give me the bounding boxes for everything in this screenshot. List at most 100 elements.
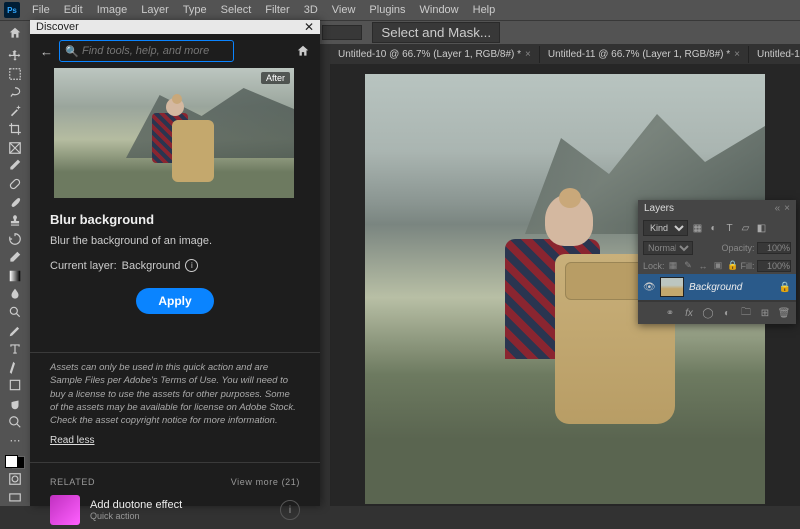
close-icon[interactable]: ✕ <box>304 20 314 34</box>
color-swatches[interactable] <box>5 455 25 470</box>
menu-plugins[interactable]: Plugins <box>363 2 411 18</box>
layers-panel: Layers «× Kind ▦ ◐ T ▱ ◧ Normal Opacity:… <box>638 200 796 324</box>
menu-view[interactable]: View <box>326 2 362 18</box>
related-item-subtitle: Quick action <box>90 511 270 521</box>
blur-tool-icon[interactable] <box>4 286 26 302</box>
height-input[interactable] <box>322 25 362 40</box>
screenmode-icon[interactable] <box>4 490 26 506</box>
lock-all-icon[interactable]: 🔒 <box>727 259 740 272</box>
gradient-tool-icon[interactable] <box>4 268 26 284</box>
info-icon[interactable]: i <box>185 259 198 272</box>
filter-adjust-icon[interactable]: ◐ <box>707 222 720 235</box>
collapse-icon[interactable]: « <box>775 203 781 214</box>
move-tool-icon[interactable] <box>4 48 26 64</box>
filter-smart-icon[interactable]: ◧ <box>755 222 768 235</box>
lock-artboard-icon[interactable]: ▣ <box>712 259 725 272</box>
zoom-tool-icon[interactable] <box>4 414 26 430</box>
lock-position-icon[interactable]: ↔ <box>697 259 710 272</box>
fill-input[interactable] <box>757 260 791 272</box>
app-logo: Ps <box>4 2 20 18</box>
hand-tool-icon[interactable] <box>4 396 26 412</box>
menu-help[interactable]: Help <box>467 2 502 18</box>
healing-tool-icon[interactable] <box>4 176 26 192</box>
menu-edit[interactable]: Edit <box>58 2 89 18</box>
menu-3d[interactable]: 3D <box>298 2 324 18</box>
document-tabs: Untitled-10 @ 66.7% (Layer 1, RGB/8#) *×… <box>330 44 800 64</box>
filter-type-icon[interactable]: T <box>723 222 736 235</box>
wand-tool-icon[interactable] <box>4 103 26 119</box>
current-layer-label: Current layer: <box>50 260 117 272</box>
action-description: Blur the background of an image. <box>50 235 300 247</box>
discover-panel: Discover ✕ ← 🔍 After Blur background Blu… <box>30 20 320 506</box>
dodge-tool-icon[interactable] <box>4 304 26 320</box>
layer-row[interactable]: 👁 Background 🔒 <box>638 274 796 300</box>
crop-tool-icon[interactable] <box>4 121 26 137</box>
home-icon[interactable] <box>296 44 310 58</box>
read-less-link[interactable]: Read less <box>30 435 320 454</box>
quickmask-icon[interactable] <box>4 471 26 487</box>
shape-tool-icon[interactable] <box>4 377 26 393</box>
select-and-mask-button[interactable]: Select and Mask... <box>372 22 500 43</box>
menu-layer[interactable]: Layer <box>135 2 175 18</box>
search-input[interactable] <box>59 40 234 62</box>
fx-icon[interactable]: fx <box>682 306 696 320</box>
layer-thumb <box>660 277 684 297</box>
related-item[interactable]: Add duotone effect Quick action i <box>30 491 320 529</box>
search-icon: 🔍 <box>65 45 79 58</box>
lasso-tool-icon[interactable] <box>4 85 26 101</box>
view-more-link[interactable]: View more (21) <box>231 477 300 487</box>
mask-icon[interactable]: ◯ <box>701 306 715 320</box>
disclaimer-text: Assets can only be used in this quick ac… <box>30 361 320 435</box>
apply-button[interactable]: Apply <box>136 288 213 314</box>
link-layers-icon[interactable]: ⚭ <box>663 306 677 320</box>
action-title: Blur background <box>50 212 300 227</box>
type-tool-icon[interactable] <box>4 341 26 357</box>
menu-filter[interactable]: Filter <box>259 2 295 18</box>
group-icon[interactable]: 🗀 <box>739 306 753 320</box>
fill-label: Fill: <box>740 261 754 271</box>
discover-title: Discover <box>36 21 79 33</box>
tab-doc-3[interactable]: Untitled-12 @ 71.9% (Layer 0, RGB/8) *× <box>749 46 800 63</box>
frame-tool-icon[interactable] <box>4 139 26 155</box>
info-icon[interactable]: i <box>280 500 300 520</box>
edit-toolbar-icon[interactable]: ⋯ <box>4 432 26 448</box>
lock-label: Lock: <box>643 261 665 271</box>
close-icon[interactable]: × <box>734 49 740 60</box>
new-layer-icon[interactable]: ⊞ <box>758 306 772 320</box>
filter-shape-icon[interactable]: ▱ <box>739 222 752 235</box>
related-item-title: Add duotone effect <box>90 499 270 511</box>
current-layer-value: Background <box>122 260 181 272</box>
path-tool-icon[interactable] <box>4 359 26 375</box>
lock-icon[interactable]: 🔒 <box>779 282 791 293</box>
menu-image[interactable]: Image <box>91 2 134 18</box>
close-icon[interactable]: × <box>784 203 790 214</box>
marquee-tool-icon[interactable] <box>4 66 26 82</box>
opacity-input[interactable] <box>757 242 791 254</box>
back-icon[interactable]: ← <box>40 44 53 59</box>
menu-select[interactable]: Select <box>215 2 258 18</box>
lock-pixels-icon[interactable]: ✎ <box>682 259 695 272</box>
visibility-icon[interactable]: 👁 <box>643 282 655 293</box>
delete-layer-icon[interactable]: 🗑 <box>777 306 791 320</box>
related-thumb <box>50 495 80 525</box>
lock-trans-icon[interactable]: ▦ <box>667 259 680 272</box>
blend-mode-select[interactable]: Normal <box>643 241 693 255</box>
fg-swatch[interactable] <box>5 455 18 468</box>
filter-kind-select[interactable]: Kind <box>643 220 688 236</box>
tab-doc-1[interactable]: Untitled-10 @ 66.7% (Layer 1, RGB/8#) *× <box>330 46 540 63</box>
menu-window[interactable]: Window <box>414 2 465 18</box>
menu-type[interactable]: Type <box>177 2 213 18</box>
home-icon[interactable] <box>6 24 24 42</box>
tab-doc-2[interactable]: Untitled-11 @ 66.7% (Layer 1, RGB/8#) *× <box>540 46 749 63</box>
adjustment-icon[interactable]: ◐ <box>720 306 734 320</box>
menu-file[interactable]: File <box>26 2 56 18</box>
eyedropper-tool-icon[interactable] <box>4 158 26 174</box>
filter-pixel-icon[interactable]: ▦ <box>691 222 704 235</box>
stamp-tool-icon[interactable] <box>4 213 26 229</box>
pen-tool-icon[interactable] <box>4 322 26 338</box>
eraser-tool-icon[interactable] <box>4 249 26 265</box>
layer-name[interactable]: Background <box>689 282 774 293</box>
brush-tool-icon[interactable] <box>4 194 26 210</box>
close-icon[interactable]: × <box>525 49 531 60</box>
history-brush-icon[interactable] <box>4 231 26 247</box>
